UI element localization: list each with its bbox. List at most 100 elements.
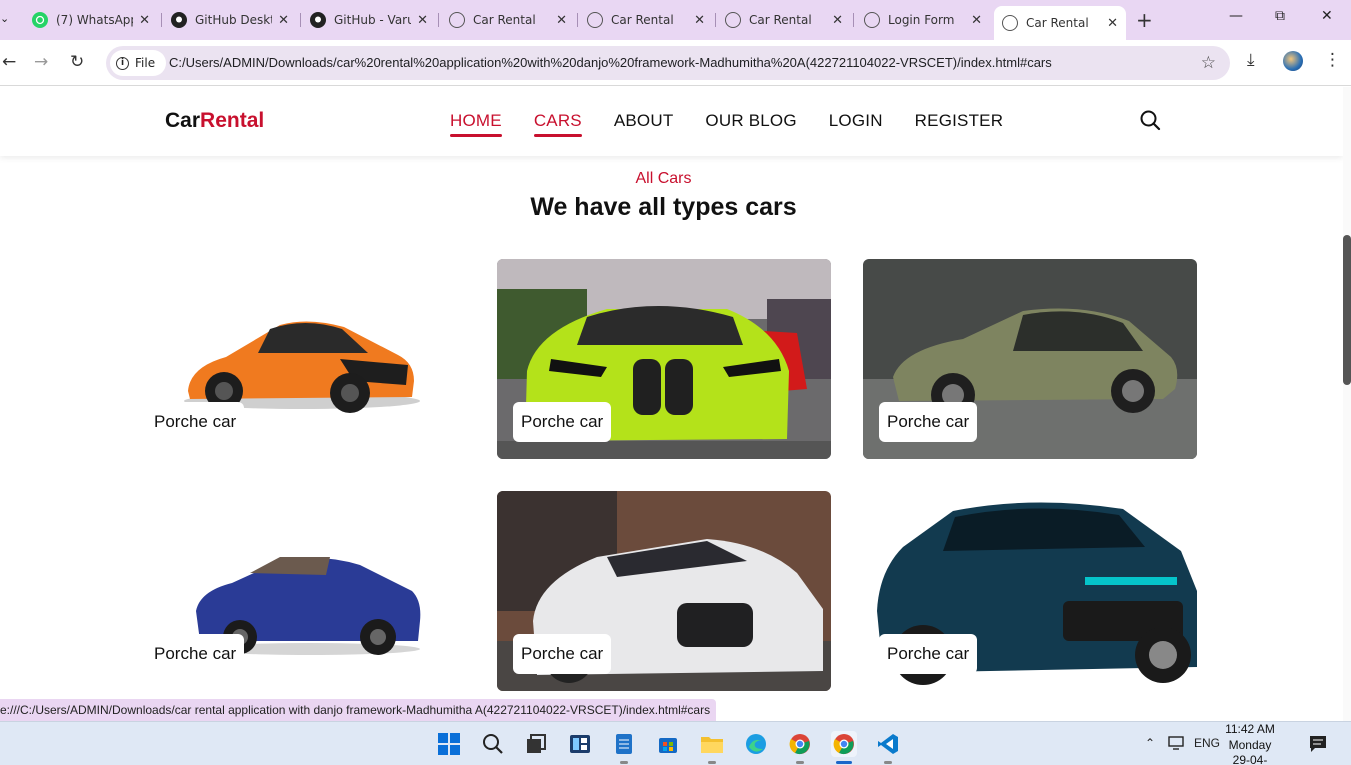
github-icon (310, 12, 326, 28)
clock-date: 29-04-2024 (1232, 753, 1268, 765)
close-icon[interactable]: ✕ (417, 13, 428, 28)
nav-register[interactable]: REGISTER (915, 111, 1004, 131)
file-explorer-icon[interactable] (699, 731, 725, 757)
close-icon[interactable]: ✕ (971, 13, 982, 28)
close-icon[interactable]: ✕ (556, 13, 567, 28)
close-icon[interactable]: ✕ (139, 13, 150, 28)
car-card[interactable]: Porche car (497, 259, 831, 459)
nav-login[interactable]: LOGIN (829, 111, 883, 131)
info-icon: i (116, 56, 129, 70)
tab-label: Car Rental (473, 13, 536, 27)
tab-label: (7) WhatsApp (56, 13, 134, 27)
notepad-icon[interactable] (611, 731, 637, 757)
profile-avatar[interactable] (1283, 51, 1303, 71)
section-title: We have all types cars (530, 193, 797, 221)
browser-tab-car-rental-active[interactable]: Car Rental ✕ (994, 6, 1126, 40)
car-card[interactable]: Porche car (863, 491, 1197, 691)
section-subtitle: All Cars (635, 170, 692, 187)
clock[interactable]: 11:42 AM Monday 29-04-2024 (1220, 722, 1280, 765)
close-icon[interactable]: ✕ (278, 13, 289, 28)
network-icon[interactable] (1168, 736, 1186, 753)
site-info-chip[interactable]: i File (110, 50, 166, 76)
scrollbar-thumb[interactable] (1343, 235, 1351, 385)
search-icon[interactable] (1139, 109, 1161, 131)
car-card-label: Porche car (879, 402, 978, 442)
reload-icon[interactable]: ↻ (70, 52, 84, 72)
browser-tab-github-desktop[interactable]: GitHub Desktop ✕ (163, 6, 297, 34)
globe-icon (1002, 15, 1018, 31)
car-card-label: Porche car (146, 634, 245, 674)
chevron-up-icon[interactable]: ⌃ (1145, 736, 1155, 750)
browser-tab-car-rental-1[interactable]: Car Rental ✕ (441, 6, 575, 34)
chrome-icon[interactable] (787, 731, 813, 757)
window-close-icon[interactable]: ✕ (1321, 8, 1333, 24)
forward-arrow-icon[interactable]: → (34, 52, 48, 72)
globe-icon (864, 12, 880, 28)
tab-label: GitHub Desktop (195, 13, 272, 27)
car-card-label: Porche car (879, 634, 978, 674)
windows-taskbar: ⌃ ENG 11:42 AM Monday 29-04-2024 (0, 721, 1351, 765)
download-icon[interactable]: ⤓ (1247, 50, 1255, 70)
widgets-icon[interactable] (567, 731, 593, 757)
site-logo[interactable]: CarRental (165, 109, 264, 133)
clock-day: Monday (1228, 737, 1272, 752)
close-icon[interactable]: ✕ (832, 13, 843, 28)
vscode-icon[interactable] (875, 731, 901, 757)
browser-tab-whatsapp[interactable]: (7) WhatsApp ✕ (24, 6, 158, 34)
globe-icon (725, 12, 741, 28)
car-card-label: Porche car (513, 634, 612, 674)
car-card-label: Porche car (513, 402, 612, 442)
car-card[interactable]: Porche car (130, 491, 464, 691)
bookmark-star-icon[interactable]: ☆ (1201, 53, 1216, 73)
new-tab-plus-icon[interactable]: + (1136, 8, 1153, 32)
close-icon[interactable]: ✕ (1107, 16, 1118, 31)
restore-icon[interactable]: ⧉ (1275, 8, 1285, 24)
github-icon (171, 12, 187, 28)
web-page: CarRental HOME CARS ABOUT OUR BLOG LOGIN… (0, 87, 1343, 721)
site-header: CarRental HOME CARS ABOUT OUR BLOG LOGIN… (0, 87, 1343, 156)
minimize-icon[interactable]: — (1229, 8, 1243, 24)
nav-cars[interactable]: CARS (533, 111, 582, 137)
file-chip-label: File (135, 56, 156, 70)
start-windows-icon[interactable] (436, 731, 462, 757)
car-card[interactable]: Porche car (130, 259, 464, 459)
taskbar-search-icon[interactable] (480, 731, 506, 757)
clock-time: 11:42 AM (1225, 722, 1275, 736)
tab-label: Car Rental (749, 13, 812, 27)
globe-icon (449, 12, 465, 28)
browser-tab-github-varun[interactable]: GitHub - Varun ✕ (302, 6, 436, 34)
car-card[interactable]: Porche car (863, 259, 1197, 459)
nav-home[interactable]: HOME (450, 111, 502, 137)
page-scrollbar[interactable] (1343, 87, 1351, 721)
notification-icon[interactable] (1305, 731, 1331, 757)
task-view-icon[interactable] (523, 731, 549, 757)
main-nav: HOME CARS ABOUT OUR BLOG LOGIN REGISTER (450, 111, 1035, 137)
tab-label: Car Rental (1026, 16, 1089, 30)
whatsapp-icon (32, 12, 48, 28)
status-bar-url: e:///C:/Users/ADMIN/Downloads/car rental… (0, 699, 717, 721)
tab-label: Car Rental (611, 13, 674, 27)
nav-about[interactable]: ABOUT (614, 111, 674, 131)
address-bar[interactable]: i File C:/Users/ADMIN/Downloads/car%20re… (106, 46, 1230, 80)
tab-label: GitHub - Varun (334, 13, 412, 27)
kebab-menu-icon[interactable]: ⋮ (1324, 50, 1341, 70)
logo-rental: Rental (200, 109, 265, 132)
tab-search-chevron-icon[interactable]: ⌄ (0, 12, 14, 28)
chrome-icon[interactable] (831, 731, 857, 757)
url-text[interactable]: C:/Users/ADMIN/Downloads/car%20rental%20… (169, 55, 1052, 70)
logo-car: Car (165, 109, 201, 132)
close-icon[interactable]: ✕ (694, 13, 705, 28)
microsoft-store-icon[interactable] (655, 731, 681, 757)
tab-label: Login Form (888, 13, 955, 27)
browser-tab-car-rental-2[interactable]: Car Rental ✕ (579, 6, 713, 34)
car-card-label: Porche car (146, 402, 245, 442)
car-card[interactable]: Porche car (497, 491, 831, 691)
edge-icon[interactable] (743, 731, 769, 757)
language-indicator[interactable]: ENG (1194, 736, 1220, 750)
browser-tab-car-rental-3[interactable]: Car Rental ✕ (717, 6, 851, 34)
back-arrow-icon[interactable]: ← (2, 52, 16, 72)
browser-tab-login-form[interactable]: Login Form ✕ (856, 6, 990, 34)
browser-toolbar: ← → ↻ i File C:/Users/ADMIN/Downloads/ca… (0, 40, 1351, 86)
browser-tab-strip: ⌄ (7) WhatsApp ✕ GitHub Desktop ✕ GitHub… (0, 0, 1351, 40)
nav-our-blog[interactable]: OUR BLOG (705, 111, 796, 131)
